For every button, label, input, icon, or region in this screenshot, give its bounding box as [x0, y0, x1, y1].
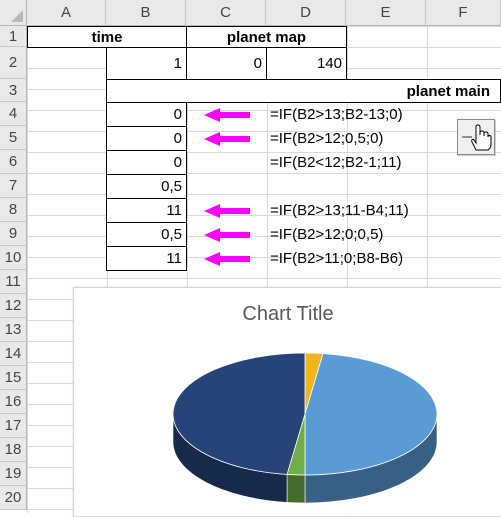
row-header-16[interactable]: 16 — [0, 390, 27, 414]
row-header-2[interactable]: 2 — [0, 47, 27, 79]
cell-c2[interactable]: 0 — [186, 47, 267, 80]
row-header-9[interactable]: 9 — [0, 222, 27, 246]
cell-b9[interactable]: 0,5 — [106, 222, 187, 247]
select-all-corner[interactable] — [0, 0, 27, 26]
time-header-cell[interactable]: time — [27, 26, 187, 48]
cell-b2[interactable]: 1 — [106, 47, 187, 80]
row-header-14[interactable]: 14 — [0, 342, 27, 366]
column-header-d[interactable]: D — [266, 0, 346, 26]
row-header-10[interactable]: 10 — [0, 246, 27, 270]
left-arrow-icon — [204, 132, 250, 146]
column-header-b[interactable]: B — [106, 0, 186, 26]
cell-b4[interactable]: 0 — [106, 102, 187, 127]
row-header-20[interactable]: 20 — [0, 486, 27, 510]
column-header-c[interactable]: C — [186, 0, 266, 26]
row-header-3[interactable]: 3 — [0, 79, 27, 102]
row-header-18[interactable]: 18 — [0, 438, 27, 462]
row-header-17[interactable]: 17 — [0, 414, 27, 438]
pie-chart-area[interactable]: Chart Title — [73, 287, 501, 517]
row-header-5[interactable]: 5 — [0, 126, 27, 150]
column-header-e[interactable]: E — [346, 0, 426, 26]
column-header-a[interactable]: A — [27, 0, 106, 26]
formula-d4[interactable]: =IF(B2>13;B2-13;0) — [270, 106, 403, 123]
row-header-4[interactable]: 4 — [0, 102, 27, 126]
cell-b5[interactable]: 0 — [106, 126, 187, 151]
row-header-15[interactable]: 15 — [0, 366, 27, 390]
row-header-1[interactable]: 1 — [0, 26, 27, 47]
left-arrow-icon — [204, 108, 250, 122]
column-header-f[interactable]: F — [426, 0, 501, 26]
cell-b10[interactable]: 11 — [106, 246, 187, 271]
hand-cursor-icon — [462, 124, 492, 151]
cell-b6[interactable]: 0 — [106, 150, 187, 175]
row-header-11[interactable]: 11 — [0, 270, 27, 294]
planet-map-header-cell[interactable]: planet map — [186, 26, 347, 48]
row-header-6[interactable]: 6 — [0, 150, 27, 174]
pie-chart-plot — [172, 352, 438, 504]
cell-b7[interactable]: 0,5 — [106, 174, 187, 199]
formula-d9[interactable]: =IF(B2>12;0;0,5) — [270, 226, 383, 243]
left-arrow-icon — [204, 252, 250, 266]
formula-d6[interactable]: =IF(B2<12;B2-1;11) — [270, 154, 401, 171]
left-arrow-icon — [204, 204, 250, 218]
formula-d8[interactable]: =IF(B2>13;11-B4;11) — [270, 202, 409, 219]
left-arrow-icon — [204, 228, 250, 242]
formula-d10[interactable]: =IF(B2>11;0;B8-B6) — [270, 250, 403, 267]
row-header-13[interactable]: 13 — [0, 318, 27, 342]
row-header-8[interactable]: 8 — [0, 198, 27, 222]
row-header-7[interactable]: 7 — [0, 174, 27, 198]
row-header-12[interactable]: 12 — [0, 294, 27, 318]
row-header-19[interactable]: 19 — [0, 462, 27, 486]
cell-b8[interactable]: 11 — [106, 198, 187, 223]
formula-d5[interactable]: =IF(B2>12;0,5;0) — [270, 130, 383, 147]
pie-slice-side-2 — [286, 474, 306, 504]
cell-d2[interactable]: 140 — [266, 47, 347, 80]
spin-button[interactable] — [457, 119, 495, 155]
planet-main-header-cell[interactable]: planet main — [106, 79, 501, 103]
